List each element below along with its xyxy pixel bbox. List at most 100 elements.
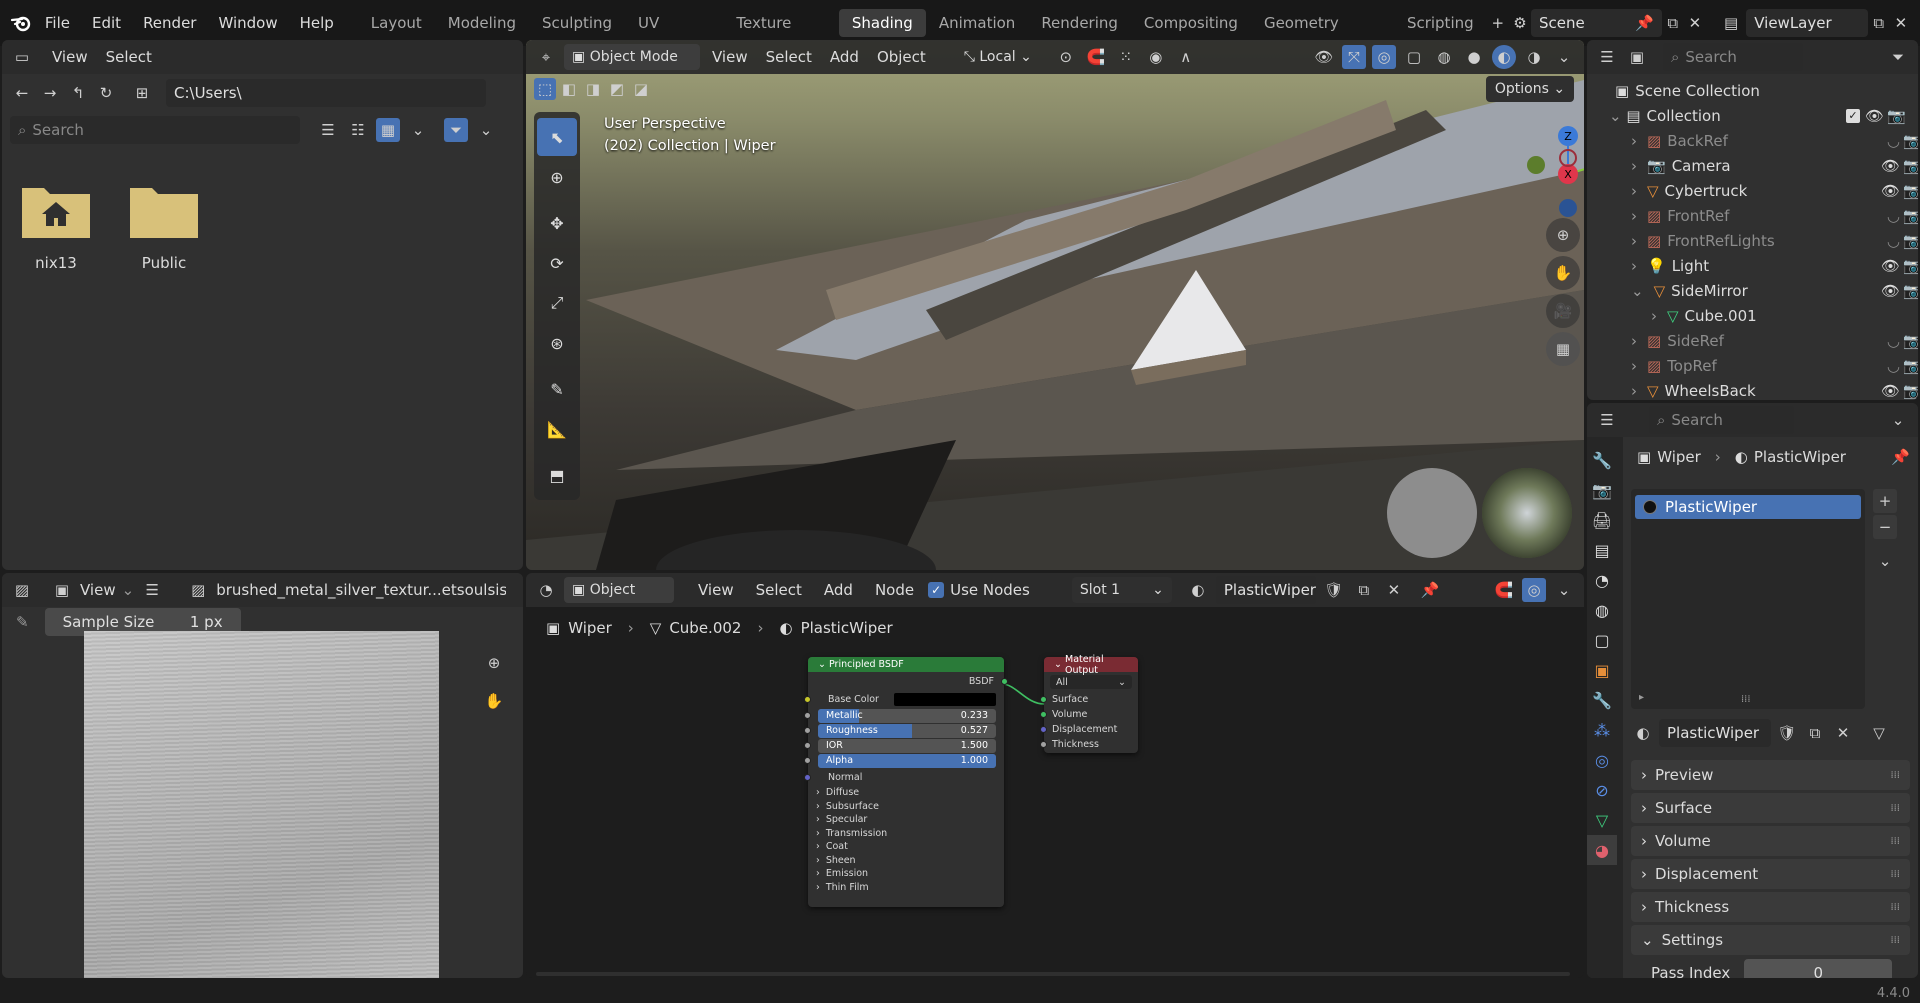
- browse-material-icon[interactable]: ◐: [1631, 721, 1655, 745]
- forward-arrow-icon[interactable]: →: [38, 81, 62, 105]
- outliner-item[interactable]: › 📷 Camera 👁 📷: [1631, 153, 1918, 178]
- path-field[interactable]: C:\Users\: [166, 79, 486, 107]
- drag-handle-icon[interactable]: ⁞⁞⁞: [1890, 935, 1900, 946]
- bsdf-panel-coat[interactable]: › Coat: [808, 840, 1004, 854]
- tab-geometry-nodes[interactable]: Geometry Nodes: [1251, 9, 1394, 60]
- display-mode-icon[interactable]: ▣: [1625, 45, 1649, 69]
- overlay-toggle-icon[interactable]: ◎: [1372, 45, 1396, 69]
- chevron-right-icon[interactable]: ›: [1631, 207, 1637, 225]
- view-layer-field[interactable]: ViewLayer: [1746, 9, 1868, 37]
- material-preview-icon[interactable]: ◐: [1492, 45, 1516, 69]
- tab-shading[interactable]: Shading: [838, 9, 926, 37]
- scale-tool-icon[interactable]: ⤢: [537, 284, 577, 322]
- data-tab-icon[interactable]: ▽: [1587, 805, 1617, 835]
- tab-sculpting[interactable]: Sculpting: [529, 9, 625, 37]
- add-cube-tool-icon[interactable]: ⬒: [537, 456, 577, 494]
- tab-layout[interactable]: Layout: [358, 9, 435, 37]
- collection-tab-icon[interactable]: ▢: [1587, 625, 1617, 655]
- pan-hand-icon[interactable]: ✋: [1546, 256, 1580, 290]
- properties-search-input[interactable]: ⌕ Search: [1649, 406, 1794, 434]
- camera-view-icon[interactable]: 🎥: [1546, 294, 1580, 328]
- filter-icon[interactable]: ⏷: [444, 118, 468, 142]
- input-socket[interactable]: [804, 757, 811, 764]
- object-mode-dropdown[interactable]: ▣ Object Mode: [564, 44, 700, 70]
- tab-texture-paint[interactable]: Texture Paint: [723, 9, 838, 60]
- render-camera-icon[interactable]: 📷: [1903, 232, 1918, 250]
- input-socket[interactable]: [804, 742, 811, 749]
- render-camera-icon[interactable]: 📷: [1903, 282, 1918, 300]
- unlink-material-icon[interactable]: ✕: [1831, 721, 1855, 745]
- brushed-metal-texture-image[interactable]: [84, 631, 439, 978]
- remove-view-layer-icon[interactable]: ✕: [1890, 11, 1912, 35]
- chevron-right-icon[interactable]: ›: [1631, 157, 1637, 175]
- drag-handle-icon[interactable]: ⁞⁞⁞: [1890, 869, 1900, 880]
- outliner-editor-icon[interactable]: ☰: [1595, 45, 1619, 69]
- eye-icon[interactable]: 👁: [1881, 382, 1900, 400]
- render-camera-icon[interactable]: 📷: [1903, 132, 1918, 150]
- section-displacement[interactable]: › Displacement ⁞⁞⁞: [1631, 859, 1910, 889]
- modifier-tab-icon[interactable]: 🔧: [1587, 685, 1617, 715]
- collection-row[interactable]: ⌄ ▤ Collection ✓ 👁 📷: [1609, 103, 1918, 128]
- scene-icon[interactable]: ⚙: [1509, 11, 1531, 35]
- thumbnail-view-icon[interactable]: ▦: [376, 118, 400, 142]
- render-camera-icon[interactable]: 📷: [1903, 157, 1918, 175]
- add-workspace-icon[interactable]: +: [1487, 11, 1509, 35]
- pin-icon[interactable]: 📌: [1891, 448, 1910, 466]
- parent-dir-icon[interactable]: ↰: [66, 81, 90, 105]
- base-color-swatch[interactable]: [894, 692, 996, 706]
- outliner-item[interactable]: › ▽ Cube.001: [1651, 303, 1918, 328]
- sort-dropdown-icon[interactable]: ⌄: [406, 118, 430, 142]
- physics-tab-icon[interactable]: ◎: [1587, 745, 1617, 775]
- drag-handle-icon[interactable]: ⁞⁞⁞: [1890, 770, 1900, 781]
- eye-icon[interactable]: 👁: [1881, 157, 1900, 175]
- folder-item-public[interactable]: Public: [124, 180, 204, 272]
- menu-help[interactable]: Help: [289, 14, 345, 32]
- gizmo-toggle-icon[interactable]: ⤧: [1342, 45, 1366, 69]
- outliner-item[interactable]: › ▨ SideRef ◡ 📷: [1631, 328, 1918, 353]
- menu-window[interactable]: Window: [207, 14, 288, 32]
- scene-tab-icon[interactable]: ◔: [1587, 565, 1617, 595]
- back-arrow-icon[interactable]: ←: [10, 81, 34, 105]
- bsdf-field-ior[interactable]: IOR 1.500: [804, 738, 1004, 753]
- measure-tool-icon[interactable]: 📐: [537, 410, 577, 448]
- constraints-tab-icon[interactable]: ⊘: [1587, 775, 1617, 805]
- input-socket[interactable]: [804, 712, 811, 719]
- blender-logo-icon[interactable]: [8, 11, 34, 35]
- filter-dropdown-icon[interactable]: ⌄: [474, 118, 498, 142]
- tab-animation[interactable]: Animation: [926, 9, 1028, 37]
- eye-closed-icon[interactable]: ◡: [1887, 132, 1900, 150]
- tab-rendering[interactable]: Rendering: [1028, 9, 1131, 37]
- material-name-field[interactable]: PlasticWiper: [1659, 719, 1771, 747]
- bsdf-panel-transmission[interactable]: › Transmission: [808, 827, 1004, 841]
- list-horizontal-icon[interactable]: ☷: [346, 118, 370, 142]
- material-tab-icon[interactable]: ◕: [1587, 835, 1617, 865]
- tab-scripting[interactable]: Scripting: [1394, 9, 1487, 37]
- pass-index-field[interactable]: 0: [1744, 959, 1893, 978]
- view-mode-icon[interactable]: ▣: [50, 578, 74, 602]
- drag-handle-icon[interactable]: ⁞⁞⁞: [1890, 902, 1900, 913]
- world-tab-icon[interactable]: ◍: [1587, 595, 1617, 625]
- remove-slot-icon[interactable]: −: [1873, 515, 1897, 539]
- section-settings[interactable]: ⌄ Settings ⁞⁞⁞: [1631, 925, 1910, 955]
- eye-closed-icon[interactable]: ◡: [1887, 232, 1900, 250]
- remove-scene-icon[interactable]: ✕: [1684, 11, 1706, 35]
- new-scene-icon[interactable]: ⧉: [1662, 11, 1684, 35]
- collection-checkbox[interactable]: ✓: [1846, 108, 1860, 123]
- chevron-right-icon[interactable]: ›: [1631, 357, 1637, 375]
- outliner-item[interactable]: › 💡 Light 👁 📷: [1631, 253, 1918, 278]
- eye-closed-icon[interactable]: ◡: [1887, 332, 1900, 350]
- refresh-icon[interactable]: ↻: [94, 81, 118, 105]
- wireframe-shading-icon[interactable]: ◍: [1432, 45, 1456, 69]
- input-socket[interactable]: [1040, 741, 1047, 748]
- material-slot-list[interactable]: PlasticWiper ▸ ⁞⁞⁞: [1631, 489, 1865, 709]
- duplicate-material-icon[interactable]: ⧉: [1803, 721, 1827, 745]
- bsdf-panel-emission[interactable]: › Emission: [808, 867, 1004, 881]
- outliner-item[interactable]: › ▽ Cybertruck 👁 📷: [1631, 178, 1918, 203]
- bsdf-panel-subsurface[interactable]: › Subsurface: [808, 800, 1004, 814]
- browse-image-icon[interactable]: ▨: [186, 578, 210, 602]
- tab-compositing[interactable]: Compositing: [1131, 9, 1251, 37]
- select-subtract-icon[interactable]: ◨: [582, 78, 604, 100]
- new-view-layer-icon[interactable]: ⧉: [1868, 11, 1890, 35]
- shading-dropdown-icon[interactable]: ⌄: [1552, 45, 1576, 69]
- render-camera-icon[interactable]: 📷: [1903, 182, 1918, 200]
